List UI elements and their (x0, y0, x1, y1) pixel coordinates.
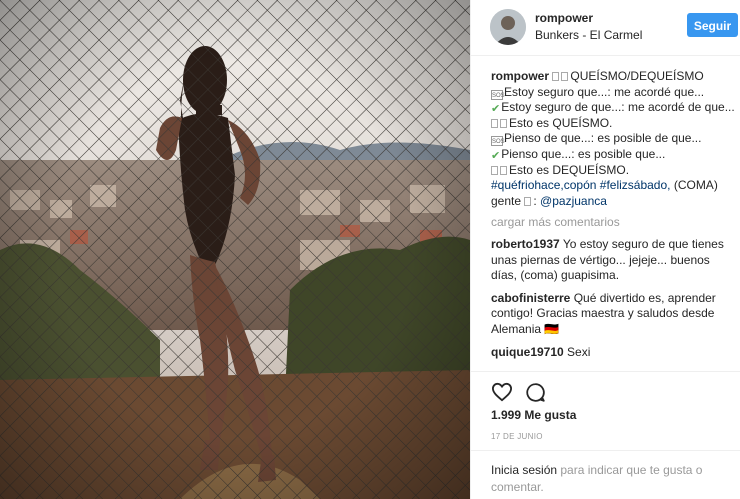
login-link[interactable]: Inicia sesión (491, 463, 557, 477)
avatar[interactable] (490, 9, 526, 45)
hashtag-link[interactable]: #quéfriohace,copón (491, 178, 596, 192)
action-bar (471, 371, 740, 403)
post-photo[interactable] (0, 0, 470, 499)
sos-icon: SOS (491, 89, 505, 100)
likes-count[interactable]: 1.999 Me gusta (491, 408, 576, 422)
post-date[interactable]: 17 DE JUNIO (491, 432, 543, 441)
emoji-icon (491, 118, 498, 128)
caption-line: Estoy seguro de que...: me acordé de que… (501, 100, 735, 115)
comment-username[interactable]: cabofinisterre (491, 291, 570, 305)
check-icon: ✔ (491, 103, 501, 116)
caption-line: Pienso que...: es posible que... (501, 146, 666, 161)
caption-line: QUEÍSMO/DEQUEÍSMO (570, 69, 704, 83)
photo-illustration (0, 0, 470, 499)
hashtag-link[interactable]: #felizsábado, (600, 178, 671, 192)
heart-icon[interactable] (491, 382, 513, 402)
post-sidebar: rompower Bunkers - El Carmel Seguir romp… (470, 0, 740, 499)
comment: roberto1937 Yo estoy seguro de que tiene… (491, 237, 736, 284)
caption-text: gente (491, 193, 522, 208)
comments-section: rompower QUEÍSMO/DEQUEÍSMO SOSEstoy segu… (491, 69, 736, 367)
caption: rompower QUEÍSMO/DEQUEÍSMO SOSEstoy segu… (491, 69, 735, 208)
emoji-icon (524, 196, 532, 206)
emoji-icon (500, 118, 507, 128)
comment-username[interactable]: quique19710 (491, 345, 564, 359)
sos-icon: SOS (491, 136, 505, 147)
comment: quique19710 Sexi (491, 345, 736, 361)
comment-username[interactable]: roberto1937 (491, 237, 560, 251)
emoji-icon (491, 165, 498, 175)
caption-username[interactable]: rompower (491, 69, 549, 83)
emoji-icon (552, 72, 560, 81)
emoji-icon (561, 72, 569, 81)
post-container: rompower Bunkers - El Carmel Seguir romp… (0, 0, 740, 499)
post-location[interactable]: Bunkers - El Carmel (535, 28, 642, 42)
comment-icon[interactable] (525, 382, 546, 403)
check-icon: ✔ (491, 149, 501, 162)
caption-line: Pienso de que...: es posible de que... (504, 131, 702, 146)
login-prompt: Inicia sesión para indicar que te gusta … (471, 450, 740, 499)
caption-line: Esto es QUEÍSMO. (509, 115, 613, 130)
caption-text: (COMA) (670, 178, 718, 193)
follow-button[interactable]: Seguir (687, 13, 738, 37)
caption-line: Estoy seguro que...: me acordé que... (504, 84, 705, 99)
load-more-comments[interactable]: cargar más comentarios (491, 215, 736, 231)
comment: cabofinisterre Qué divertido es, aprende… (491, 291, 736, 338)
comment-text: Sexi (567, 344, 591, 359)
caption-line: Esto es DEQUEÍSMO. (509, 162, 630, 177)
mention-link[interactable]: @pazjuanca (540, 194, 607, 208)
avatar-image (490, 9, 526, 45)
post-header: rompower Bunkers - El Carmel Seguir (471, 0, 740, 56)
header-username[interactable]: rompower (535, 11, 593, 25)
emoji-icon (500, 165, 507, 175)
